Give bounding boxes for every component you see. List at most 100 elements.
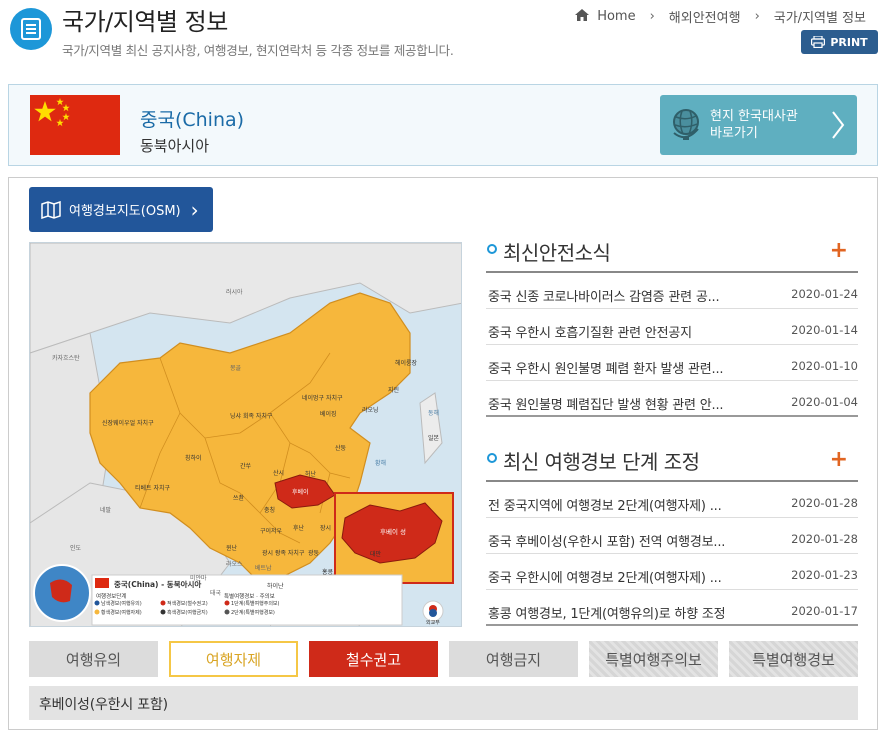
page-document-icon — [10, 8, 52, 50]
map-label-shandong: 산둥 — [335, 445, 347, 452]
map-label-nepal: 네팔 — [100, 507, 112, 514]
map-label-jiangxi: 장시 — [320, 525, 332, 532]
alert-level-legend: 여행유의 여행자제 철수권고 여행금지 특별여행주의보 특별여행경보 — [29, 641, 858, 677]
news-item[interactable]: 중국 후베이성(우한시 포함) 전역 여행경보... 2020-01-28 — [486, 518, 858, 554]
news-item[interactable]: 전 중국지역에 여행경보 2단계(여행자제) ... 2020-01-28 — [486, 482, 858, 518]
map-legend-item: 남색경보(여행유의) — [101, 601, 142, 607]
map-label-hainan: 하이난 — [267, 583, 284, 590]
news-item[interactable]: 중국 우한시에 여행경보 2단계(여행자제) ... 2020-01-23 — [486, 554, 858, 590]
map-legend-item: 황색경보(여행자제) — [101, 610, 142, 616]
news-item[interactable]: 홍콩 여행경보, 1단계(여행유의)로 하향 조정 2020-01-17 — [486, 590, 858, 626]
map-publisher: 외교부 — [426, 620, 440, 626]
map-icon — [41, 200, 61, 219]
map-label-yellow-sea: 황해 — [375, 460, 387, 467]
map-label-hubei: 후베이 — [292, 489, 309, 496]
news-item[interactable]: 중국 우한시 호흡기질환 관련 안전공지 2020-01-14 — [486, 309, 858, 345]
map-label-guangdong: 광둥 — [308, 550, 320, 557]
news-item[interactable]: 중국 원인불명 폐렴집단 발생 현황 관련 안... 2020-01-04 — [486, 381, 858, 417]
country-name: 중국(China) — [140, 109, 245, 131]
map-label-taiwan: 대만 — [370, 551, 382, 558]
breadcrumb: Home › 해외안전여행 › 국가/지역별 정보 — [575, 7, 866, 26]
map-legend-col1: 여행경보단계 — [96, 594, 127, 600]
embassy-link-button[interactable]: 현지 한국대사관 바로가기 — [660, 95, 857, 155]
chevron-right-icon: › — [754, 9, 760, 24]
map-label-yunnan: 윈난 — [226, 545, 238, 552]
map-label-kazakhstan: 카자흐스탄 — [52, 355, 80, 362]
map-label-hunan: 후난 — [293, 525, 305, 532]
map-label-guangxi: 광시 좡족 자치구 — [262, 550, 305, 557]
map-label-chongqing: 충칭 — [264, 507, 276, 514]
safety-news-header: 최신안전소식 + — [486, 238, 858, 273]
home-icon[interactable] — [575, 8, 590, 25]
map-label-shaanxi: 산시 — [273, 470, 285, 477]
map-label-laos: 라오스 — [226, 561, 243, 568]
level-travel-restraint: 여행자제 — [169, 641, 298, 677]
chevron-right-icon: › — [649, 9, 655, 24]
region-note: 후베이성(우한시 포함) — [29, 686, 858, 720]
print-button[interactable]: PRINT — [801, 30, 878, 54]
map-label-henan: 허난 — [305, 471, 317, 478]
map-label-inner-mongolia: 네이멍구 자치구 — [302, 395, 343, 402]
safety-news-section: 최신안전소식 + 중국 신종 코로나바이러스 감염증 관련 공... 2020-… — [486, 238, 858, 417]
map-label-jilin: 지린 — [388, 387, 400, 394]
level-travel-caution: 여행유의 — [29, 641, 158, 677]
travel-alert-map-button[interactable]: 여행경보지도(OSM) › — [29, 187, 213, 232]
map-label-sichuan: 쓰촨 — [233, 495, 245, 502]
map-label-gansu: 간쑤 — [240, 463, 252, 470]
map-label-vietnam: 베트남 — [255, 565, 272, 572]
chevron-right-icon: › — [190, 197, 199, 222]
map-label-russia: 러시아 — [226, 289, 243, 296]
map-legend-col2: 특별여행경보 · 주의보 — [224, 594, 275, 600]
map-label-japan: 일본 — [428, 435, 440, 442]
safety-news-title: 최신안전소식 — [503, 241, 611, 265]
china-flag — [30, 95, 120, 155]
level-special-warning: 특별여행경보 — [729, 641, 858, 677]
map-inset-label: 후베이 성 — [380, 528, 406, 536]
map-legend-item: 흑색경보(여행금지) — [167, 610, 208, 616]
map-legend-item: 2단계(특별여행경보) — [231, 610, 275, 616]
page-title: 국가/지역별 정보 — [62, 8, 228, 36]
travel-alert-map[interactable]: 러시아 카자흐스탄 몽골 신장웨이우얼 자치구 칭하이 티베트 자치구 네이멍구… — [29, 242, 462, 627]
map-label-hong-kong: 홍콩 — [322, 569, 334, 576]
travel-alert-map-label: 여행경보지도(OSM) — [69, 204, 181, 219]
more-plus-icon[interactable]: + — [830, 238, 848, 263]
breadcrumb-current: 국가/지역별 정보 — [773, 11, 866, 26]
map-label-guizhou: 구이저우 — [260, 528, 283, 535]
country-summary: 중국(China) 동북아시아 현지 한국대사관 바로가기 — [8, 84, 878, 166]
level-withdrawal-advised: 철수권고 — [309, 641, 438, 677]
more-plus-icon[interactable]: + — [830, 447, 848, 472]
printer-icon — [811, 36, 826, 48]
map-legend-title: 중국(China) - 동북아시아 — [114, 580, 202, 589]
map-label-ningxia: 닝샤 회족 자치구 — [230, 413, 273, 420]
level-travel-ban: 여행금지 — [449, 641, 578, 677]
map-legend-item: 적색경보(철수권고) — [167, 601, 208, 607]
map-label-liaoning: 랴오닝 — [362, 407, 379, 414]
map-label-xinjiang: 신장웨이우얼 자치구 — [102, 420, 154, 427]
news-item[interactable]: 중국 우한시 원인불명 폐렴 환자 발생 관련... 2020-01-10 — [486, 345, 858, 381]
page-subtitle: 국가/지역별 최신 공지사항, 여행경보, 현지연락처 등 각종 정보를 제공합… — [62, 43, 454, 58]
country-region: 동북아시아 — [140, 137, 210, 155]
alert-news-header: 최신 여행경보 단계 조정 + — [486, 447, 858, 482]
country-detail-panel: 여행경보지도(OSM) › 러시아 카자흐스탄 몽골 신장웨이우얼 자치구 칭하… — [8, 177, 878, 730]
level-special-advisory: 특별여행주의보 — [589, 641, 718, 677]
news-item[interactable]: 중국 신종 코로나바이러스 감염증 관련 공... 2020-01-24 — [486, 273, 858, 309]
map-label-east-sea: 동해 — [428, 410, 440, 417]
map-label-heilongjiang: 헤이룽장 — [395, 360, 418, 367]
breadcrumb-overseas-safety[interactable]: 해외안전여행 — [669, 7, 741, 26]
bullet-icon — [487, 453, 497, 463]
map-legend-item: 1단계(특별여행주의보) — [231, 601, 280, 607]
map-label-thailand: 태국 — [210, 590, 222, 597]
bullet-icon — [487, 244, 497, 254]
alert-news-section: 최신 여행경보 단계 조정 + 전 중국지역에 여행경보 2단계(여행자제) .… — [486, 447, 858, 626]
chevron-right-icon — [832, 111, 845, 139]
map-label-india: 인도 — [70, 545, 82, 552]
map-label-qinghai: 칭하이 — [185, 455, 202, 462]
map-label-tibet: 티베트 자치구 — [135, 485, 171, 492]
embassy-label: 현지 한국대사관 바로가기 — [710, 109, 798, 141]
print-label: PRINT — [830, 35, 868, 49]
map-label-mongolia: 몽골 — [230, 365, 242, 372]
alert-news-title: 최신 여행경보 단계 조정 — [503, 450, 700, 474]
globe-icon — [673, 109, 699, 140]
breadcrumb-home[interactable]: Home — [597, 9, 635, 24]
map-label-beijing: 베이징 — [320, 411, 337, 418]
